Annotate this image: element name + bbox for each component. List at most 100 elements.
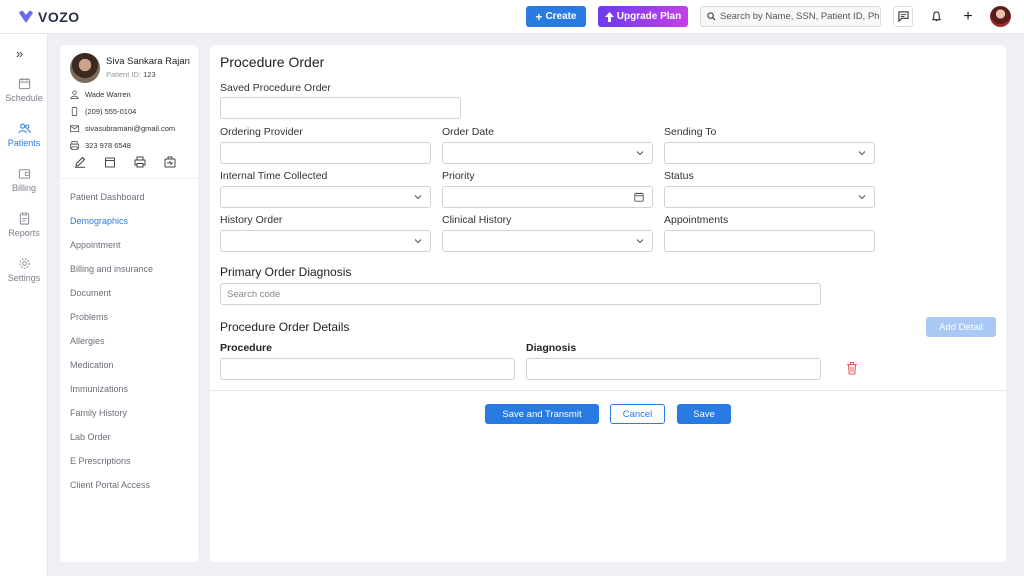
patient-menu-family-history[interactable]: Family History [70,408,127,418]
plus-icon: + [535,9,543,24]
diagnosis-label: Diagnosis [526,342,577,354]
priority-field[interactable] [442,186,653,208]
main-nav: » Schedule Patients Billing Reports Sett… [0,34,48,576]
patient-menu-dashboard[interactable]: Patient Dashboard [70,192,145,202]
internal-time-label: Internal Time Collected [220,170,328,182]
nav-item-patients[interactable]: Patients [0,122,48,148]
create-button-label: Create [545,11,577,22]
procedure-order-form: Procedure Order Saved Procedure Order Or… [210,45,1006,562]
medical-kit-icon[interactable] [164,156,176,168]
ordering-provider-field[interactable] [220,142,431,164]
nav-label-reports: Reports [8,228,40,238]
cancel-button[interactable]: Cancel [610,404,665,424]
calendar-icon[interactable] [104,156,116,168]
patient-email: sivasubramani@gmail.com [85,124,176,133]
save-button[interactable]: Save [677,404,731,424]
patient-avatar [70,53,100,83]
patient-id: Patient ID: 123 [106,70,156,79]
patient-contact-row: Wade Warren [70,90,131,99]
patient-menu-allergies[interactable]: Allergies [70,336,105,346]
history-order-select[interactable] [220,230,431,252]
chevron-down-icon [858,151,866,156]
brand-name: VOZO [38,9,80,25]
ordering-provider-label: Ordering Provider [220,126,303,138]
search-icon [707,12,716,21]
patient-name: Siva Sankara Rajan [106,56,190,67]
printer-icon[interactable] [134,156,146,168]
clipboard-icon [19,212,29,225]
gear-icon [18,258,30,269]
patient-menu-client-portal[interactable]: Client Portal Access [70,480,150,490]
mail-icon [70,125,79,133]
edit-icon[interactable] [74,156,86,168]
create-button[interactable]: + Create [526,6,586,27]
upgrade-plan-label: Upgrade Plan [616,11,682,22]
upgrade-plan-button[interactable]: Upgrade Plan [598,6,688,27]
save-and-transmit-button[interactable]: Save and Transmit [485,404,599,424]
trash-icon[interactable] [846,362,858,375]
chevron-down-icon [414,239,422,244]
divider [210,390,1006,391]
status-select[interactable] [664,186,875,208]
fax-icon [70,141,79,150]
patient-menu-billing[interactable]: Billing and insurance [70,264,153,274]
search-code-field[interactable] [220,283,821,305]
status-label: Status [664,170,694,182]
patient-phone-row: (209) 555-0104 [70,107,136,116]
expand-nav-icon[interactable]: » [16,46,23,61]
nav-label-schedule: Schedule [5,93,43,103]
patient-menu-problems[interactable]: Problems [70,312,108,322]
procedure-details-heading: Procedure Order Details [220,320,350,334]
appointments-field[interactable] [664,230,875,252]
diagnosis-field[interactable] [526,358,821,380]
patient-menu-e-prescriptions[interactable]: E Prescriptions [70,456,131,466]
patient-id-label: Patient ID: [106,70,142,79]
quick-add-button[interactable]: + [958,6,978,27]
sending-to-select[interactable] [664,142,875,164]
patient-id-value: 123 [143,70,156,79]
upload-arrow-icon [604,11,614,22]
patient-menu-appointment[interactable]: Appointment [70,240,121,250]
patient-menu-demographics[interactable]: Demographics [70,216,128,226]
nav-item-schedule[interactable]: Schedule [0,77,48,103]
nav-item-settings[interactable]: Settings [0,257,48,283]
add-detail-button[interactable]: Add Detail [926,317,996,337]
patient-actions [74,156,176,168]
nav-item-reports[interactable]: Reports [0,212,48,238]
brand-logo[interactable]: VOZO [18,9,80,25]
patient-menu-immunizations[interactable]: Immunizations [70,384,128,394]
patient-panel: Siva Sankara Rajan Patient ID: 123 Wade … [60,45,198,562]
patient-fax: 323 978 6548 [85,141,131,150]
page-title: Procedure Order [220,54,325,70]
message-icon [897,11,909,22]
patient-menu-document[interactable]: Document [70,288,111,298]
top-bar: VOZO + Create Upgrade Plan + [0,0,1024,34]
procedure-field[interactable] [220,358,515,380]
saved-order-label: Saved Procedure Order [220,82,331,94]
wallet-icon [18,169,30,179]
search-input[interactable] [720,11,880,22]
plus-icon: + [963,7,973,25]
clinical-history-select[interactable] [442,230,653,252]
notifications-button[interactable] [926,6,946,27]
phone-icon [71,107,78,116]
chevron-down-icon [636,239,644,244]
sending-to-label: Sending To [664,126,717,138]
messages-button[interactable] [893,6,913,27]
patient-menu-medication[interactable]: Medication [70,360,114,370]
patient-menu-lab-order[interactable]: Lab Order [70,432,111,442]
order-date-label: Order Date [442,126,494,138]
nav-item-billing[interactable]: Billing [0,167,48,193]
patient-email-row: sivasubramani@gmail.com [70,124,175,133]
search-code-input[interactable] [221,284,820,305]
internal-time-select[interactable] [220,186,431,208]
users-icon [17,123,31,134]
global-search[interactable] [700,6,881,27]
saved-order-field[interactable] [220,97,461,119]
chevron-down-icon [636,151,644,156]
priority-label: Priority [442,170,475,182]
order-date-select[interactable] [442,142,653,164]
calendar-icon[interactable] [634,192,644,202]
logo-heart-icon [19,10,33,23]
user-avatar[interactable] [990,6,1011,27]
